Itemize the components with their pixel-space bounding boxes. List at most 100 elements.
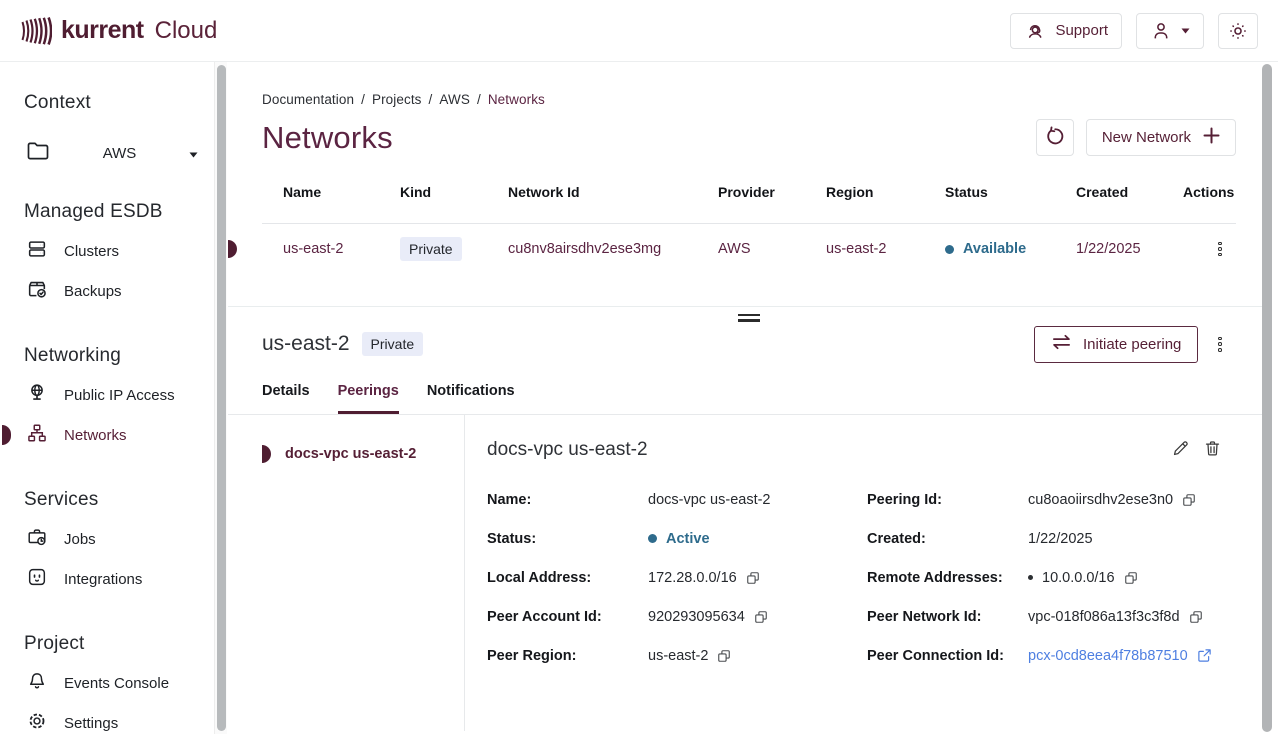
column-header-actions: Actions xyxy=(1183,184,1236,200)
external-link-icon[interactable] xyxy=(1197,648,1212,663)
copy-icon[interactable] xyxy=(754,610,768,624)
sidebar-item-label: Settings xyxy=(64,715,118,732)
new-network-label: New Network xyxy=(1102,129,1191,146)
sidebar-item-clusters[interactable]: Clusters xyxy=(26,231,206,271)
selected-peering-indicator xyxy=(262,445,271,463)
panel-tabs: Details Peerings Notifications xyxy=(228,383,1262,415)
sidebar-section-services: Services Jobs xyxy=(24,489,206,599)
breadcrumb-aws[interactable]: AWS xyxy=(439,92,470,107)
user-menu-button[interactable] xyxy=(1136,13,1204,49)
sidebar-item-label: Clusters xyxy=(64,243,119,260)
field-value-peer-connection-id-link[interactable]: pcx-0cd8eea4f78b87510 xyxy=(1028,648,1188,664)
selected-row-indicator xyxy=(228,240,237,258)
page-scrollbar[interactable] xyxy=(1262,62,1278,734)
refresh-button[interactable] xyxy=(1036,119,1074,156)
field-value-peer-account-id: 920293095634 xyxy=(648,609,745,625)
cell-network-id: cu8nv8airsdhv2ese3mg xyxy=(508,241,718,257)
column-header-network-id: Network Id xyxy=(508,184,718,200)
copy-icon[interactable] xyxy=(746,571,760,585)
tab-notifications[interactable]: Notifications xyxy=(427,383,515,414)
context-selector[interactable]: AWS xyxy=(26,140,206,167)
status-dot xyxy=(945,245,954,254)
column-header-name: Name xyxy=(283,184,400,200)
plus-icon xyxy=(1203,127,1220,148)
topbar-actions: Support xyxy=(1010,13,1258,49)
status-dot xyxy=(648,534,657,543)
sidebar-item-label: Backups xyxy=(64,283,122,300)
tab-details[interactable]: Details xyxy=(262,383,310,414)
networks-table: Name Kind Network Id Provider Region Sta… xyxy=(262,184,1236,274)
field-label-created: Created: xyxy=(867,531,1028,547)
headset-icon xyxy=(1024,20,1046,42)
panel-kebab[interactable] xyxy=(1212,331,1228,358)
peering-detail: docs-vpc us-east-2 xyxy=(465,415,1236,731)
cell-provider: AWS xyxy=(718,241,826,257)
copy-icon[interactable] xyxy=(717,649,731,663)
pencil-icon[interactable] xyxy=(1171,439,1190,458)
copy-icon[interactable] xyxy=(1124,571,1138,585)
folder-icon xyxy=(26,140,50,167)
sidebar-item-jobs[interactable]: Jobs xyxy=(26,519,206,559)
breadcrumb-current: Networks xyxy=(488,92,545,107)
cell-name: us-east-2 xyxy=(283,241,400,257)
table-header-row: Name Kind Network Id Provider Region Sta… xyxy=(262,184,1236,224)
column-header-created: Created xyxy=(1076,184,1183,200)
field-label-peer-network-id: Peer Network Id: xyxy=(867,609,1028,625)
copy-icon[interactable] xyxy=(1189,610,1203,624)
peering-list: docs-vpc us-east-2 xyxy=(262,415,465,731)
sidebar-item-public-ip-access[interactable]: Public IP Access xyxy=(26,375,206,415)
sidebar-item-label: Events Console xyxy=(64,675,169,692)
sidebar-item-label: Networks xyxy=(64,427,127,444)
breadcrumb-separator: / xyxy=(429,92,433,107)
field-value-peering-id: cu8oaoiirsdhv2ese3n0 xyxy=(1028,492,1173,508)
sidebar-heading-context: Context xyxy=(24,92,206,114)
column-header-status: Status xyxy=(945,184,1076,200)
section-heading: Services xyxy=(24,489,206,511)
breadcrumb-separator: / xyxy=(361,92,365,107)
field-label-peer-account-id: Peer Account Id: xyxy=(487,609,648,625)
column-header-region: Region xyxy=(826,184,945,200)
field-value-local-address: 172.28.0.0/16 xyxy=(648,570,737,586)
trash-icon[interactable] xyxy=(1203,439,1222,458)
field-value-remote-addresses: 10.0.0.0/16 xyxy=(1042,570,1115,586)
section-heading: Networking xyxy=(24,345,206,367)
tab-peerings[interactable]: Peerings xyxy=(338,383,399,414)
peering-list-item[interactable]: docs-vpc us-east-2 xyxy=(262,437,464,471)
theme-toggle-button[interactable] xyxy=(1218,13,1258,49)
table-row[interactable]: us-east-2 Private cu8nv8airsdhv2ese3mg A… xyxy=(262,224,1236,274)
sidebar-item-label: Public IP Access xyxy=(64,387,175,404)
main-content: Documentation/Projects/AWS/Networks Netw… xyxy=(228,62,1262,734)
column-header-kind: Kind xyxy=(400,184,508,200)
active-indicator xyxy=(2,425,11,445)
sidebar-scrollbar[interactable] xyxy=(214,62,227,734)
briefcase-clock-icon xyxy=(26,526,48,552)
panel-kind-badge: Private xyxy=(362,332,424,356)
sidebar-item-networks[interactable]: Networks xyxy=(26,415,206,455)
kurrent-logo[interactable]: kurrent Cloud xyxy=(20,16,217,46)
support-button[interactable]: Support xyxy=(1010,13,1122,49)
field-value-status: Active xyxy=(666,531,710,547)
sidebar-item-integrations[interactable]: Integrations xyxy=(26,559,206,599)
sidebar-item-events-console[interactable]: Events Console xyxy=(26,663,206,703)
sidebar-item-settings[interactable]: Settings xyxy=(26,703,206,734)
clusters-icon xyxy=(26,238,48,264)
gear-icon xyxy=(26,710,48,734)
initiate-peering-button[interactable]: Initiate peering xyxy=(1034,326,1198,363)
field-value-peer-network-id: vpc-018f086a13f3c3f8d xyxy=(1028,609,1180,625)
sidebar-item-backups[interactable]: Backups xyxy=(26,271,206,311)
panel-drag-handle[interactable] xyxy=(738,314,760,322)
new-network-button[interactable]: New Network xyxy=(1086,119,1236,156)
breadcrumb-projects[interactable]: Projects xyxy=(372,92,422,107)
page-scrollbar-thumb[interactable] xyxy=(1262,64,1272,732)
peering-fields: Name: docs-vpc us-east-2 Peering Id: cu8… xyxy=(487,492,1236,664)
initiate-peering-label: Initiate peering xyxy=(1083,336,1181,353)
row-actions-kebab[interactable] xyxy=(1212,236,1228,263)
bullet xyxy=(1028,575,1033,580)
field-row: Name: docs-vpc us-east-2 Peering Id: cu8… xyxy=(487,492,1236,508)
cell-region: us-east-2 xyxy=(826,241,945,257)
sidebar-item-label: Jobs xyxy=(64,531,96,548)
breadcrumb-documentation[interactable]: Documentation xyxy=(262,92,354,107)
sidebar-scrollbar-thumb[interactable] xyxy=(217,65,226,731)
copy-icon[interactable] xyxy=(1182,493,1196,507)
panel-title: us-east-2 xyxy=(262,332,350,356)
